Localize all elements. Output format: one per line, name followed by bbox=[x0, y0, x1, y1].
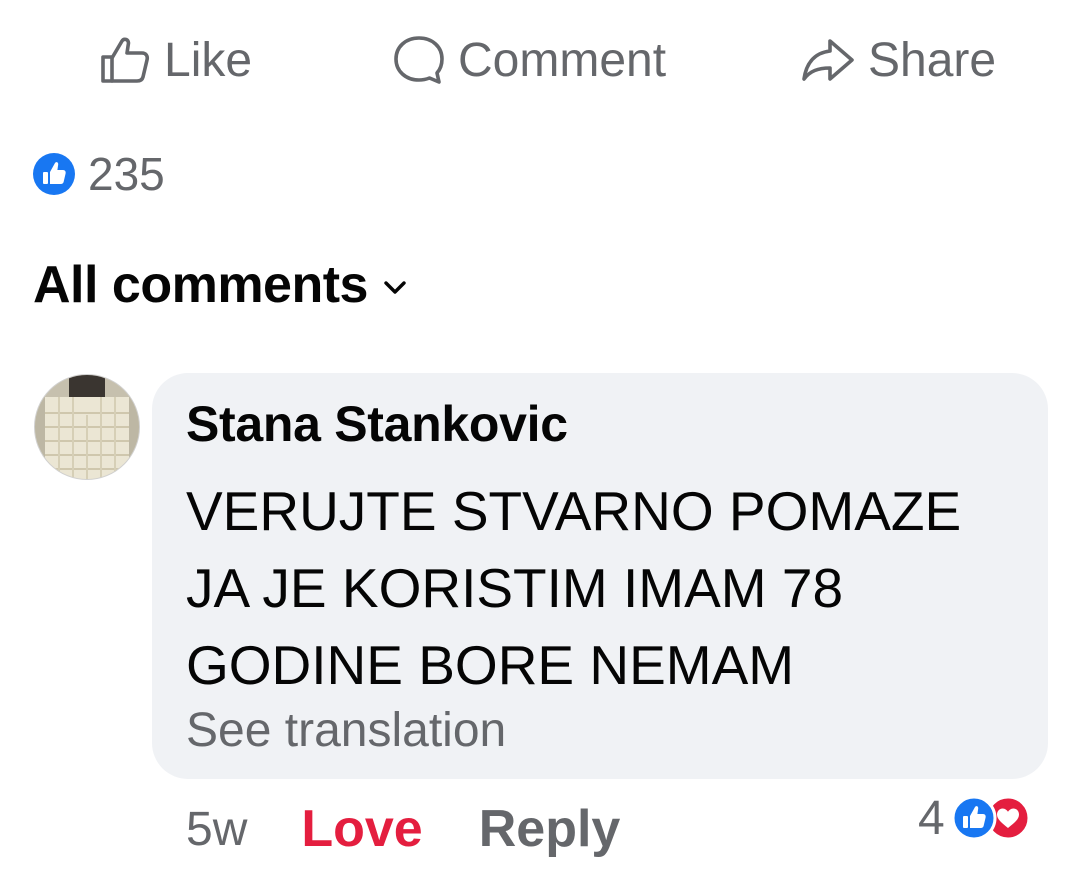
reaction-count: 235 bbox=[88, 148, 165, 200]
comment-timestamp: 5w bbox=[186, 802, 248, 856]
speech-bubble-icon bbox=[394, 36, 444, 84]
share-label: Share bbox=[868, 33, 997, 87]
share-button[interactable]: Share bbox=[800, 22, 996, 98]
comment-text: VERUJTE STVARNO POMAZE JA JE KORISTIM IM… bbox=[186, 473, 1036, 704]
comment-reaction-icons bbox=[951, 795, 1035, 841]
comment-label: Comment bbox=[458, 33, 667, 87]
share-arrow-icon bbox=[802, 39, 854, 81]
post-reaction-summary[interactable]: 235 bbox=[32, 148, 165, 200]
avatar-image bbox=[35, 375, 139, 479]
chevron-down-icon bbox=[384, 281, 406, 294]
comment-meta: 5w Love Reply bbox=[186, 796, 620, 862]
post-action-bar: Like Comment Share bbox=[0, 22, 1080, 98]
see-translation-link[interactable]: See translation bbox=[186, 703, 506, 758]
comment-reaction-count: 4 bbox=[918, 791, 945, 845]
like-badge-icon bbox=[33, 153, 75, 195]
comments-filter-label: All comments bbox=[33, 256, 368, 314]
comment-text-line: GODINE BORE NEMAM bbox=[186, 634, 795, 696]
comment-button[interactable]: Comment bbox=[392, 22, 666, 98]
comment-love-button[interactable]: Love bbox=[301, 799, 422, 859]
comments-filter-dropdown[interactable]: All comments bbox=[33, 252, 406, 318]
avatar[interactable] bbox=[34, 374, 140, 480]
comment-reaction-summary[interactable]: 4 bbox=[918, 788, 1035, 848]
comment-author[interactable]: Stana Stankovic bbox=[186, 395, 568, 453]
comment-bubble: Stana Stankovic VERUJTE STVARNO POMAZE J… bbox=[152, 373, 1048, 779]
like-button[interactable]: Like bbox=[98, 22, 252, 98]
like-label: Like bbox=[164, 33, 253, 87]
comment-text-line: JA JE KORISTIM IMAM 78 bbox=[186, 557, 844, 619]
comment-reply-button[interactable]: Reply bbox=[479, 799, 621, 859]
comment-text-line: VERUJTE STVARNO POMAZE bbox=[186, 480, 962, 542]
thumbs-up-icon bbox=[101, 37, 150, 83]
like-badge-icon bbox=[951, 795, 997, 841]
